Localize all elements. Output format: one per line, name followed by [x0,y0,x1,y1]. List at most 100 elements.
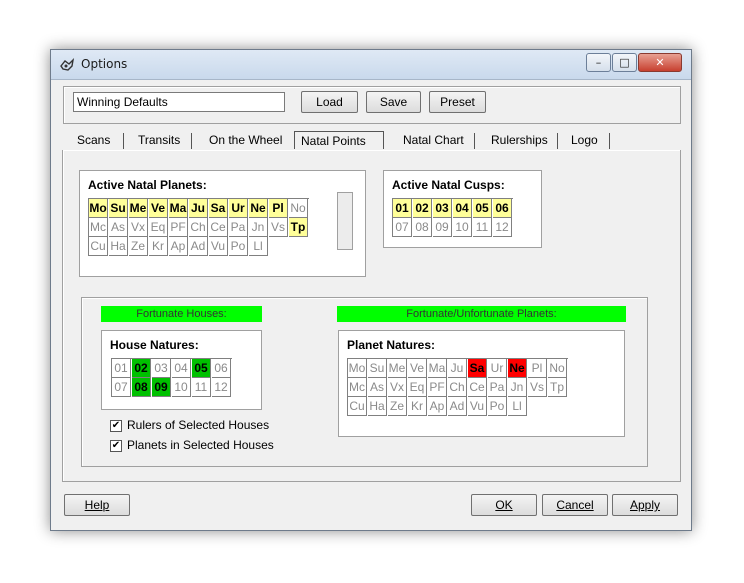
grid-cell-ma[interactable]: Ma [169,199,188,218]
grid-cell-10[interactable]: 10 [172,378,191,397]
grid-cell-ad[interactable]: Ad [189,237,208,256]
grid-cell-po[interactable]: Po [229,237,248,256]
grid-cell-07[interactable]: 07 [393,218,412,237]
planets-scroll-thumb[interactable] [337,192,353,250]
grid-cell-vs[interactable]: Vs [528,378,547,397]
grid-cell-08[interactable]: 08 [413,218,432,237]
grid-cell-pl[interactable]: Pl [269,199,288,218]
grid-cell-sa[interactable]: Sa [468,359,487,378]
grid-cell-ll[interactable]: Ll [508,397,527,416]
profile-name-input[interactable]: Winning Defaults [73,92,285,112]
grid-cell-no[interactable]: No [289,199,308,218]
grid-cell-ch[interactable]: Ch [189,218,208,237]
grid-cell-ma[interactable]: Ma [428,359,447,378]
maximize-button[interactable]: □ [612,53,637,72]
grid-cell-ve[interactable]: Ve [149,199,168,218]
tab-on-the-wheel[interactable]: On the Wheel [209,131,282,149]
grid-cell-04[interactable]: 04 [453,199,472,218]
grid-cell-10[interactable]: 10 [453,218,472,237]
tab-natal-chart[interactable]: Natal Chart [403,131,464,149]
preset-button[interactable]: Preset [429,91,486,113]
grid-cell-ch[interactable]: Ch [448,378,467,397]
grid-cell-02[interactable]: 02 [132,359,151,378]
tab-scans[interactable]: Scans [77,131,110,149]
grid-cell-eq[interactable]: Eq [408,378,427,397]
grid-cell-05[interactable]: 05 [473,199,492,218]
grid-cell-su[interactable]: Su [368,359,387,378]
grid-cell-01[interactable]: 01 [112,359,131,378]
grid-cell-ze[interactable]: Ze [129,237,148,256]
grid-cell-ap[interactable]: Ap [169,237,188,256]
grid-cell-03[interactable]: 03 [152,359,171,378]
grid-cell-vu[interactable]: Vu [209,237,228,256]
minimize-button[interactable]: – [586,53,611,72]
grid-cell-ce[interactable]: Ce [209,218,228,237]
grid-cell-pf[interactable]: PF [428,378,447,397]
save-button[interactable]: Save [366,91,421,113]
cancel-button[interactable]: Cancel [542,494,608,516]
tab-natal-points[interactable]: Natal Points [294,131,384,149]
grid-cell-mo[interactable]: Mo [348,359,367,378]
grid-cell-ve[interactable]: Ve [408,359,427,378]
grid-cell-06[interactable]: 06 [493,199,512,218]
grid-cell-ad[interactable]: Ad [448,397,467,416]
planets-in-houses-checkbox[interactable]: ✔ [110,440,122,452]
tab-rulerships[interactable]: Rulerships [491,131,548,149]
tab-logo[interactable]: Logo [571,131,598,149]
grid-cell-ha[interactable]: Ha [368,397,387,416]
grid-cell-06[interactable]: 06 [212,359,231,378]
grid-cell-cu[interactable]: Cu [89,237,108,256]
grid-cell-ne[interactable]: Ne [249,199,268,218]
grid-cell-ju[interactable]: Ju [189,199,208,218]
grid-cell-11[interactable]: 11 [192,378,211,397]
grid-cell-vx[interactable]: Vx [129,218,148,237]
grid-cell-me[interactable]: Me [388,359,407,378]
grid-cell-04[interactable]: 04 [172,359,191,378]
load-button[interactable]: Load [301,91,358,113]
grid-cell-tp[interactable]: Tp [548,378,567,397]
grid-cell-pa[interactable]: Pa [488,378,507,397]
grid-cell-pf[interactable]: PF [169,218,188,237]
grid-cell-12[interactable]: 12 [493,218,512,237]
grid-cell-jn[interactable]: Jn [508,378,527,397]
grid-cell-ze[interactable]: Ze [388,397,407,416]
grid-cell-mc[interactable]: Mc [348,378,367,397]
help-button[interactable]: Help [64,494,130,516]
grid-cell-po[interactable]: Po [488,397,507,416]
grid-cell-jn[interactable]: Jn [249,218,268,237]
grid-cell-no[interactable]: No [548,359,567,378]
grid-cell-ll[interactable]: Ll [249,237,268,256]
grid-cell-mo[interactable]: Mo [89,199,108,218]
grid-cell-eq[interactable]: Eq [149,218,168,237]
grid-cell-tp[interactable]: Tp [289,218,308,237]
grid-cell-sa[interactable]: Sa [209,199,228,218]
grid-cell-12[interactable]: 12 [212,378,231,397]
grid-cell-ce[interactable]: Ce [468,378,487,397]
grid-cell-vs[interactable]: Vs [269,218,288,237]
grid-cell-ha[interactable]: Ha [109,237,128,256]
grid-cell-11[interactable]: 11 [473,218,492,237]
rulers-of-houses-checkbox[interactable]: ✔ [110,420,122,432]
grid-cell-kr[interactable]: Kr [149,237,168,256]
grid-cell-ur[interactable]: Ur [229,199,248,218]
grid-cell-mc[interactable]: Mc [89,218,108,237]
grid-cell-05[interactable]: 05 [192,359,211,378]
grid-cell-vu[interactable]: Vu [468,397,487,416]
grid-cell-ap[interactable]: Ap [428,397,447,416]
grid-cell-me[interactable]: Me [129,199,148,218]
tab-transits[interactable]: Transits [138,131,180,149]
grid-cell-as[interactable]: As [368,378,387,397]
grid-cell-07[interactable]: 07 [112,378,131,397]
grid-cell-01[interactable]: 01 [393,199,412,218]
grid-cell-ju[interactable]: Ju [448,359,467,378]
grid-cell-vx[interactable]: Vx [388,378,407,397]
apply-button[interactable]: Apply [612,494,678,516]
close-button[interactable]: ✕ [638,53,682,72]
grid-cell-02[interactable]: 02 [413,199,432,218]
grid-cell-su[interactable]: Su [109,199,128,218]
grid-cell-08[interactable]: 08 [132,378,151,397]
grid-cell-cu[interactable]: Cu [348,397,367,416]
grid-cell-03[interactable]: 03 [433,199,452,218]
grid-cell-as[interactable]: As [109,218,128,237]
grid-cell-09[interactable]: 09 [152,378,171,397]
